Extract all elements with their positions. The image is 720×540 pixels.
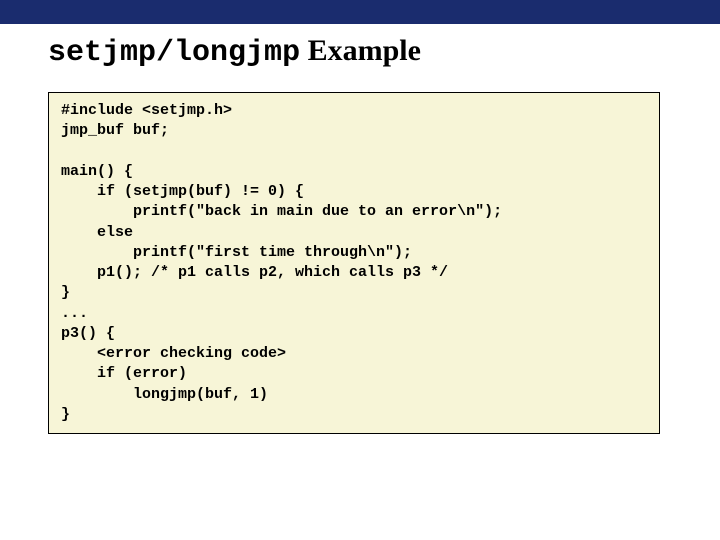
title-slash: / bbox=[156, 36, 174, 70]
top-bar bbox=[0, 0, 720, 24]
title-setjmp: setjmp bbox=[48, 36, 156, 70]
code-box: #include <setjmp.h> jmp_buf buf; main() … bbox=[48, 92, 660, 434]
slide-title: setjmp/longjmp Example bbox=[48, 34, 421, 70]
code-block: #include <setjmp.h> jmp_buf buf; main() … bbox=[61, 101, 647, 425]
slide: setjmp/longjmp Example #include <setjmp.… bbox=[0, 0, 720, 540]
title-example: Example bbox=[300, 34, 421, 67]
title-longjmp: longjmp bbox=[174, 36, 300, 70]
